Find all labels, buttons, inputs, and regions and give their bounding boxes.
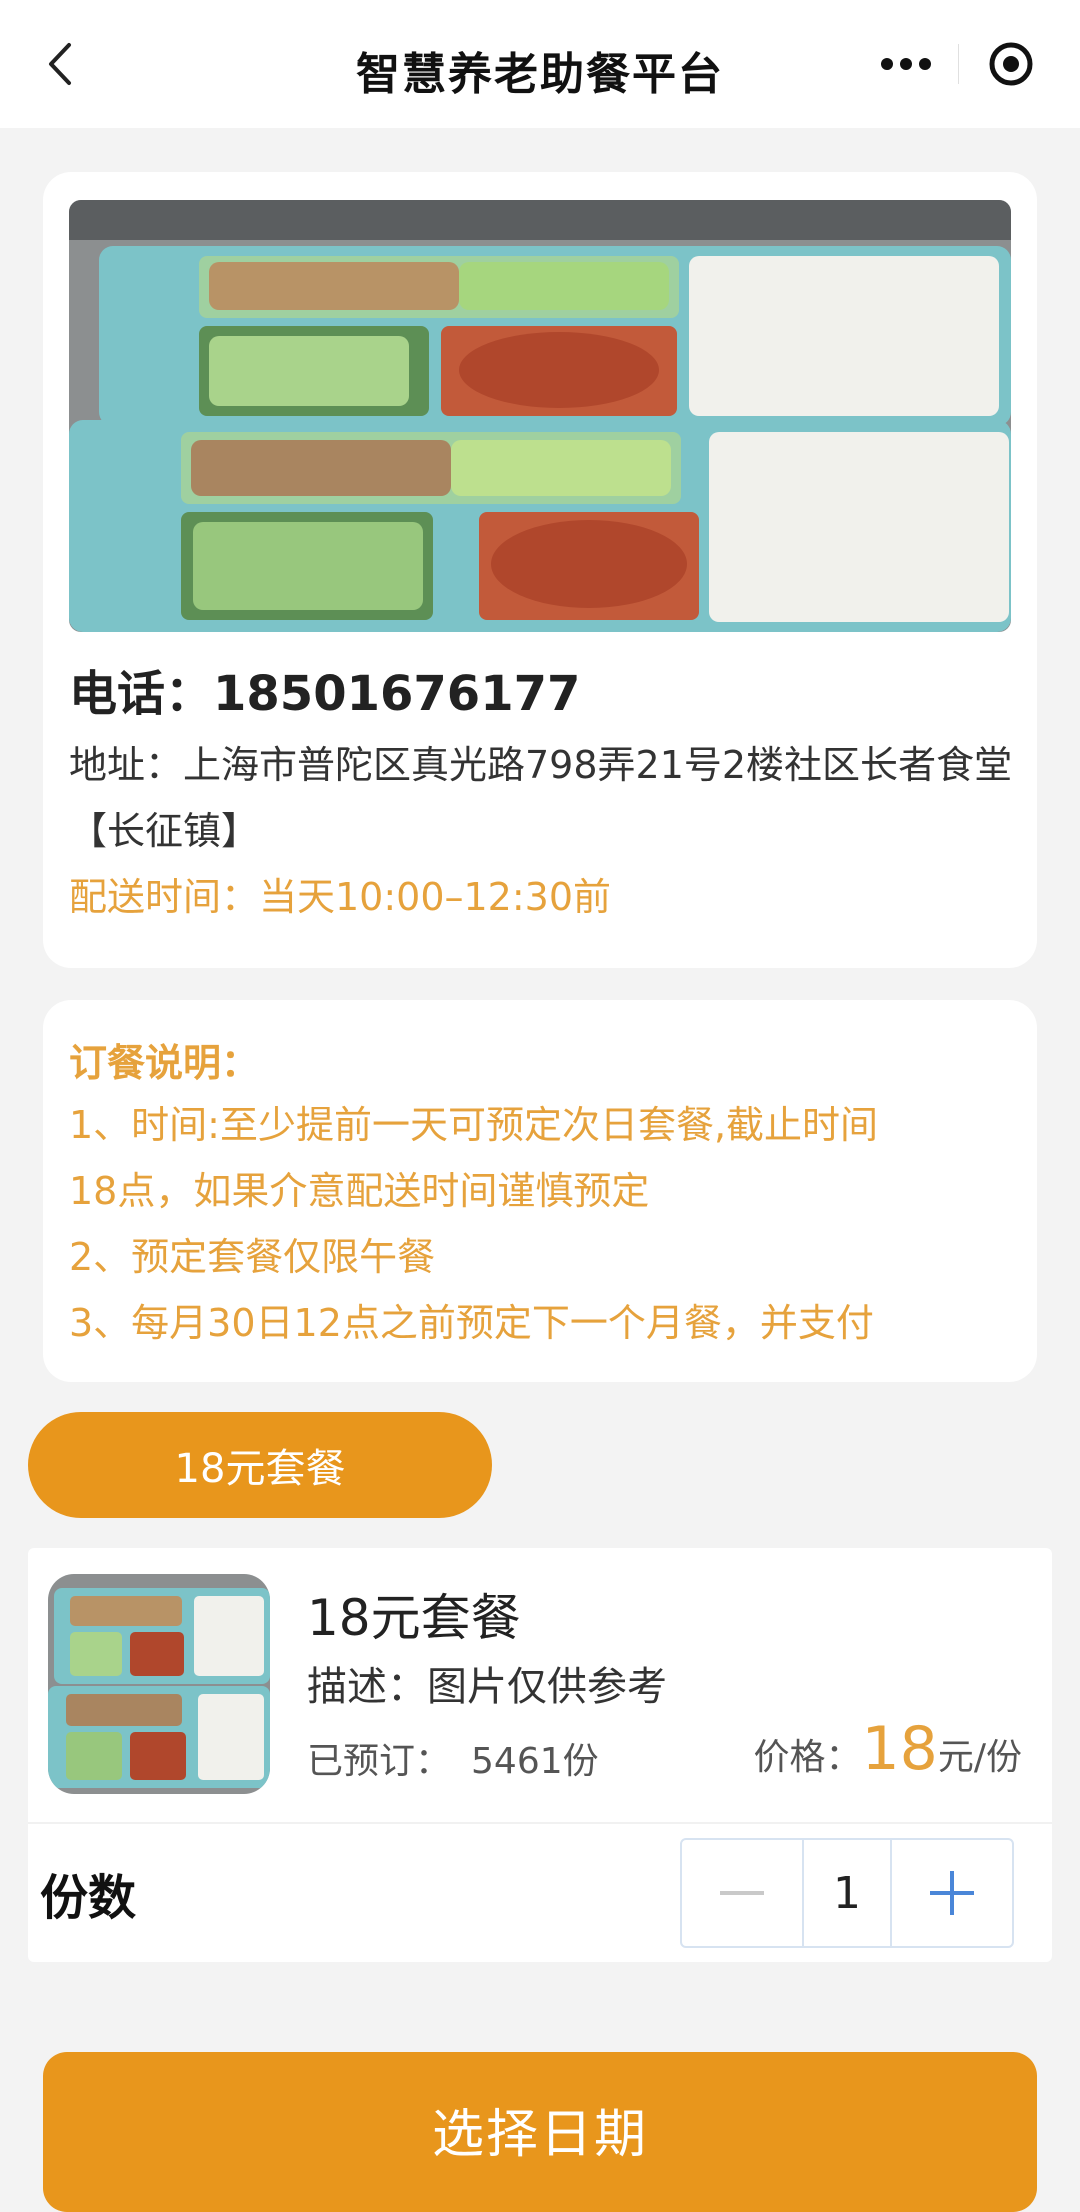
order-note-line: 2、预定套餐仅限午餐 bbox=[69, 1235, 436, 1279]
booked-value: 5461份 bbox=[471, 1741, 599, 1782]
package-thumbnail bbox=[48, 1574, 270, 1794]
price-amount: 18 bbox=[861, 1714, 938, 1784]
order-note-line: 3、每月30日12点之前预定下一个月餐，并支付 bbox=[69, 1301, 874, 1345]
booked-label: 已预订： bbox=[307, 1741, 452, 1782]
more-button[interactable] bbox=[854, 28, 958, 100]
top-nav-bar: 智慧养老助餐平台 bbox=[0, 0, 1080, 128]
order-note-line: 18点，如果介意配送时间谨慎预定 bbox=[69, 1169, 650, 1213]
close-miniprogram-button[interactable] bbox=[959, 28, 1062, 100]
booked-count: 已预订： 5461份 bbox=[307, 1732, 599, 1784]
canteen-address: 地址：上海市普陀区真光路798弄21号2楼社区长者食堂【长征镇】 bbox=[69, 743, 1013, 853]
increase-quantity-button[interactable] bbox=[892, 1840, 1012, 1946]
divider bbox=[28, 1822, 1052, 1824]
meal-photo bbox=[69, 200, 1011, 632]
quantity-label: 份数 bbox=[40, 1870, 137, 1926]
package-description: 描述：图片仅供参考 bbox=[307, 1664, 667, 1710]
more-dots-icon bbox=[881, 58, 931, 70]
order-notes-title: 订餐说明： bbox=[69, 1041, 260, 1085]
select-date-button[interactable]: 选择日期 bbox=[43, 2052, 1037, 2212]
order-notes-list: 1、时间:至少提前一天可预定次日套餐,截止时间 18点，如果介意配送时间谨慎预定… bbox=[69, 1092, 1029, 1356]
minus-icon bbox=[720, 1891, 764, 1895]
package-product-card: 18元套餐 描述：图片仅供参考 已预订： 5461份 价格：18元/份 份数 1 bbox=[28, 1548, 1052, 1962]
quantity-value[interactable]: 1 bbox=[804, 1840, 892, 1946]
order-note-line: 1、时间:至少提前一天可预定次日套餐,截止时间 bbox=[69, 1103, 879, 1147]
quantity-stepper: 1 bbox=[680, 1838, 1014, 1948]
target-circle-icon bbox=[989, 42, 1032, 86]
canteen-info-card: 电话：18501676177 地址：上海市普陀区真光路798弄21号2楼社区长者… bbox=[43, 172, 1037, 968]
order-notes-card: 订餐说明： 1、时间:至少提前一天可预定次日套餐,截止时间 18点，如果介意配送… bbox=[43, 1000, 1037, 1382]
delivery-time: 配送时间：当天10:00–12:30前 bbox=[69, 875, 612, 919]
price-unit: 元/份 bbox=[937, 1737, 1022, 1778]
price-label: 价格： bbox=[753, 1737, 862, 1778]
package-price: 价格：18元/份 bbox=[753, 1714, 1022, 1784]
plus-icon bbox=[930, 1871, 974, 1915]
tab-package-18[interactable]: 18元套餐 bbox=[28, 1412, 492, 1518]
phone-number[interactable]: 电话：18501676177 bbox=[69, 654, 580, 724]
package-name: 18元套餐 bbox=[307, 1589, 521, 1647]
decrease-quantity-button[interactable] bbox=[682, 1840, 804, 1946]
miniprogram-capsule bbox=[854, 28, 1062, 100]
